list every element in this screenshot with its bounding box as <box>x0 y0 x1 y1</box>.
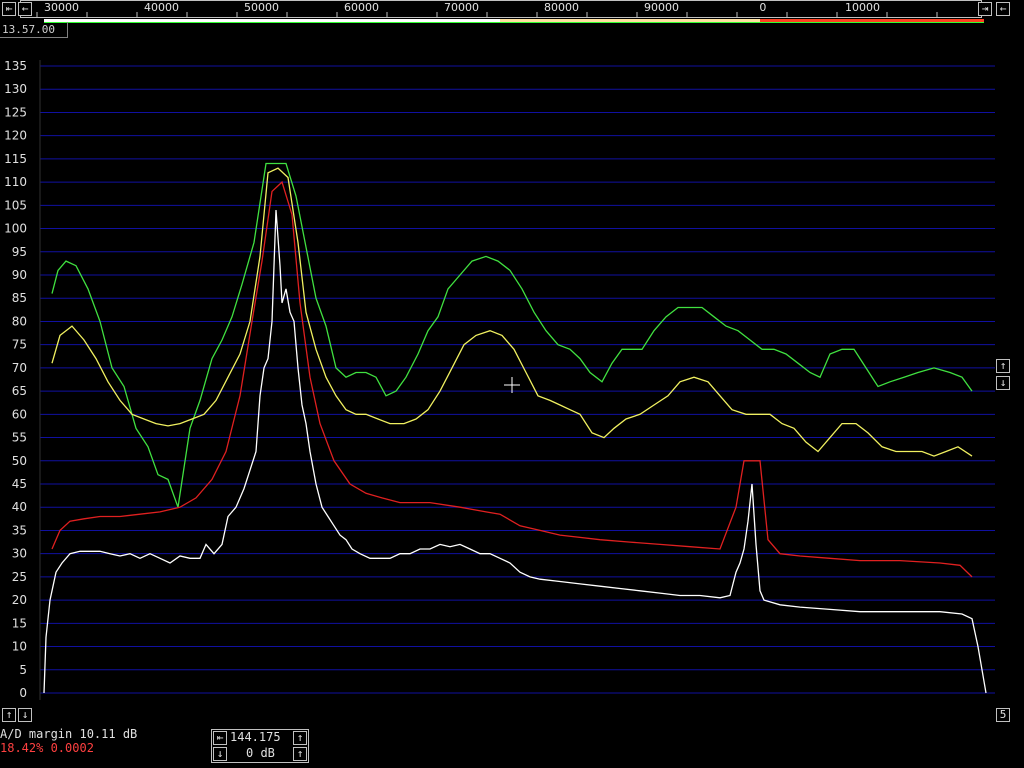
y-tick-label: 70 <box>12 361 27 375</box>
scroll-right-fast-button[interactable]: ⇥ <box>978 2 992 16</box>
zoom-down-button[interactable]: ↓ <box>18 708 32 722</box>
series-line-2 <box>51 167 973 457</box>
y-tick-label: 40 <box>12 500 27 514</box>
y-tick-label: 35 <box>12 523 27 537</box>
frequency-label: 0 <box>759 1 767 14</box>
y-tick-label: 65 <box>12 384 27 398</box>
y-tick-label: 30 <box>12 547 27 561</box>
y-axis-ticks: 0 5 10 15 20 25 30 35 40 45 50 55 60 65 70 75 80 85 90 95 10… <box>4 59 27 700</box>
y-tick-label: 110 <box>4 175 27 189</box>
gain-down-button[interactable]: ↓ <box>213 747 227 761</box>
freq-down-button[interactable]: ⇤ <box>213 731 227 745</box>
time-label: 13.57.00 <box>0 22 68 38</box>
y-tick-label: 50 <box>12 454 27 468</box>
scroll-left-fast-button[interactable]: ⇤ <box>2 2 16 16</box>
frequency-label: 80000 <box>544 1 579 14</box>
frequency-label: 60000 <box>344 1 379 14</box>
frequency-label: 70000 <box>444 1 479 14</box>
y-tick-label: 105 <box>4 198 27 212</box>
scroll-left-button[interactable]: ← <box>18 2 32 16</box>
grid-lines <box>39 60 995 700</box>
y-tick-label: 75 <box>12 338 27 352</box>
series-line-1 <box>51 162 973 508</box>
y-tick-label: 130 <box>4 82 27 96</box>
y-tick-label: 80 <box>12 314 27 328</box>
gain-up-button[interactable]: ↑ <box>293 747 307 761</box>
y-tick-label: 15 <box>12 616 27 630</box>
frequency-label: 40000 <box>144 1 179 14</box>
y-tick-label: 55 <box>12 431 27 445</box>
frequency-label: 50000 <box>244 1 279 14</box>
gain-value[interactable]: 0 dB <box>246 746 275 760</box>
scroll-up-button[interactable]: ↑ <box>996 359 1010 373</box>
frequency-label: 30000 <box>44 1 79 14</box>
y-tick-label: 135 <box>4 59 27 73</box>
ad-margin-text: A/D margin 10.11 dB <box>0 727 138 741</box>
y-tick-label: 20 <box>12 593 27 607</box>
y-tick-label: 95 <box>12 245 27 259</box>
y-tick-label: 10 <box>12 640 27 654</box>
zoom-up-button[interactable]: ↑ <box>2 708 16 722</box>
stats-text: 18.42% 0.0002 <box>0 741 94 755</box>
y-tick-label: 90 <box>12 268 27 282</box>
y-tick-label: 125 <box>4 105 27 119</box>
frequency-label: 10000 <box>845 1 880 14</box>
crosshair-cursor <box>504 377 520 393</box>
y-tick-label: 60 <box>12 407 27 421</box>
spectrum-plot[interactable]: 0510152025303540455055606570758085909510… <box>0 0 1024 768</box>
frequency-label: 90000 <box>644 1 679 14</box>
scroll-right-button[interactable]: ← <box>996 2 1010 16</box>
freq-up-button[interactable]: ↑ <box>293 731 307 745</box>
y-tick-label: 115 <box>4 152 27 166</box>
averaging-number-button[interactable]: 5 <box>996 708 1010 722</box>
spectrum-series <box>43 162 987 694</box>
series-line-4 <box>43 209 987 694</box>
scroll-down-button[interactable]: ↓ <box>996 376 1010 390</box>
y-tick-label: 0 <box>19 686 27 700</box>
y-tick-label: 100 <box>4 222 27 236</box>
y-tick-label: 25 <box>12 570 27 584</box>
y-tick-label: 5 <box>19 663 27 677</box>
frequency-value[interactable]: 144.175 <box>230 730 281 744</box>
y-tick-label: 85 <box>12 291 27 305</box>
y-tick-label: 45 <box>12 477 27 491</box>
y-tick-label: 120 <box>4 129 27 143</box>
